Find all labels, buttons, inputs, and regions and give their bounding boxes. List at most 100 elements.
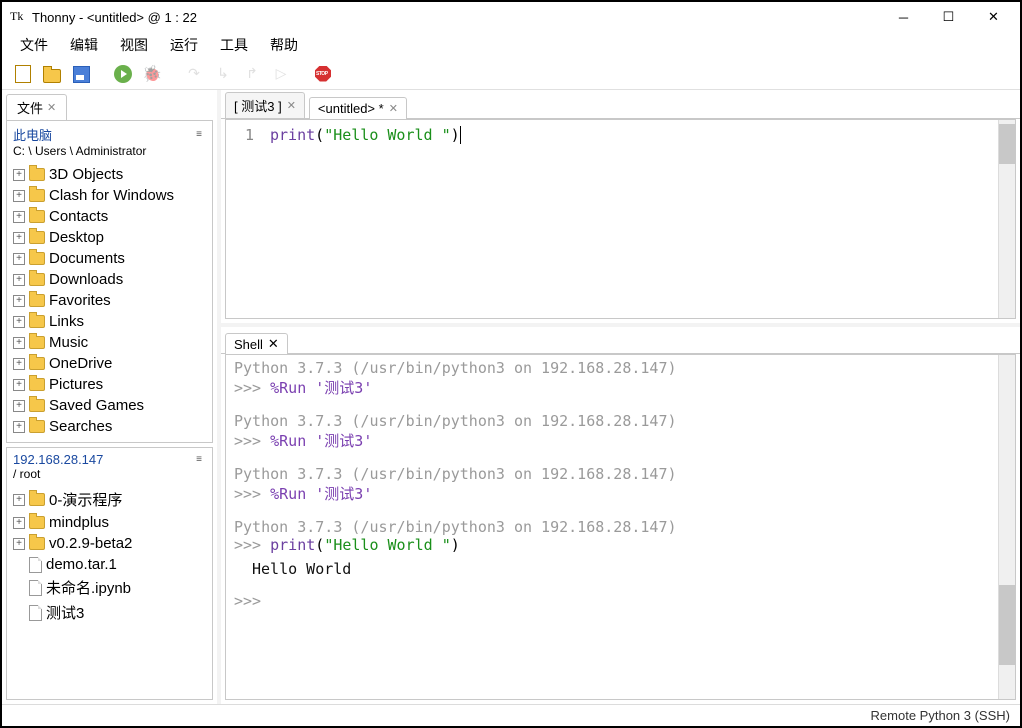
editor-tab-untitled[interactable]: <untitled> * ✕: [309, 97, 407, 119]
shell-entry: Python 3.7.3 (/usr/bin/python3 on 192.16…: [234, 359, 1007, 398]
run-button[interactable]: [112, 63, 134, 85]
files-panel-tab-label: 文件: [17, 98, 43, 117]
shell-prompt: >>>: [234, 432, 270, 450]
tree-item-label: Desktop: [49, 229, 104, 246]
shell-prompt: >>>: [234, 592, 261, 610]
expand-icon[interactable]: +: [13, 274, 25, 286]
menu-edit[interactable]: 编辑: [60, 32, 108, 58]
tree-item-label: Downloads: [49, 271, 123, 288]
editor-gutter: 1: [226, 120, 264, 318]
files-panel-tab[interactable]: 文件 ✕: [6, 94, 67, 120]
titlebar: Tk Thonny - <untitled> @ 1 : 22 ─ ☐ ✕: [2, 2, 1020, 32]
tree-item-label: 0-演示程序: [49, 489, 122, 510]
tree-folder[interactable]: + Downloads: [11, 269, 208, 290]
expand-icon[interactable]: +: [13, 494, 25, 506]
interpreter-status[interactable]: Remote Python 3 (SSH): [871, 708, 1010, 723]
tree-item-label: OneDrive: [49, 355, 112, 372]
shell-current-prompt[interactable]: >>>: [234, 592, 1007, 610]
editor[interactable]: 1 print("Hello World "): [225, 119, 1016, 319]
menu-file[interactable]: 文件: [10, 32, 58, 58]
tree-folder[interactable]: +Contacts: [11, 206, 208, 227]
expand-icon[interactable]: +: [13, 400, 25, 412]
file-icon: [29, 605, 42, 621]
tree-folder[interactable]: +Saved Games: [11, 395, 208, 416]
menu-tools[interactable]: 工具: [210, 32, 258, 58]
tree-item-label: Searches: [49, 418, 112, 435]
expand-icon[interactable]: +: [13, 211, 25, 223]
tree-folder[interactable]: + Desktop: [11, 227, 208, 248]
expand-icon[interactable]: +: [13, 253, 25, 265]
tree-folder[interactable]: + Searches: [11, 416, 208, 437]
save-file-button[interactable]: [70, 63, 92, 85]
tree-folder[interactable]: +Links: [11, 311, 208, 332]
tree-item-label: demo.tar.1: [46, 556, 117, 573]
folder-icon: [29, 493, 45, 506]
remote-path[interactable]: / root: [13, 467, 206, 481]
expand-icon[interactable]: +: [13, 358, 25, 370]
tree-folder[interactable]: +Clash for Windows: [11, 185, 208, 206]
expand-icon[interactable]: +: [13, 295, 25, 307]
folder-icon: [29, 516, 45, 529]
local-path[interactable]: C: \ Users \ Administrator: [13, 144, 206, 158]
panel-menu-icon[interactable]: ≡: [196, 454, 202, 465]
menu-help[interactable]: 帮助: [260, 32, 308, 58]
expand-icon[interactable]: +: [13, 232, 25, 244]
close-icon[interactable]: ✕: [268, 336, 279, 352]
minimize-button[interactable]: ─: [881, 3, 926, 31]
expand-icon[interactable]: +: [13, 421, 25, 433]
remote-title[interactable]: 192.168.28.147: [13, 452, 196, 467]
tree-folder[interactable]: +0-演示程序: [11, 487, 208, 512]
tree-item-label: Favorites: [49, 292, 111, 309]
shell-tab[interactable]: Shell ✕: [225, 333, 288, 354]
expand-icon[interactable]: +: [13, 538, 25, 550]
tree-folder[interactable]: +3D Objects: [11, 164, 208, 185]
expand-icon[interactable]: +: [13, 169, 25, 181]
tree-folder[interactable]: + Favorites: [11, 290, 208, 311]
menu-view[interactable]: 视图: [110, 32, 158, 58]
tree-folder[interactable]: + v0.2.9-beta2: [11, 533, 208, 554]
tree-file[interactable]: 测试3: [11, 600, 208, 625]
editor-tab-testfile[interactable]: [ 测试3 ] ✕: [225, 92, 305, 118]
shell-scrollbar[interactable]: [998, 355, 1015, 699]
tree-item-label: v0.2.9-beta2: [49, 535, 132, 552]
expand-icon[interactable]: +: [13, 379, 25, 391]
close-button[interactable]: ✕: [971, 3, 1016, 31]
tree-file[interactable]: 未命名.ipynb: [11, 575, 208, 600]
tree-folder[interactable]: +Pictures: [11, 374, 208, 395]
editor-tab-label: <untitled> *: [318, 101, 384, 116]
expand-icon: [13, 582, 25, 594]
tree-folder[interactable]: + Documents: [11, 248, 208, 269]
close-icon[interactable]: ✕: [47, 101, 56, 114]
tree-item-label: Documents: [49, 250, 125, 267]
expand-icon[interactable]: +: [13, 337, 25, 349]
tree-folder[interactable]: +mindplus: [11, 512, 208, 533]
local-title[interactable]: 此电脑: [13, 125, 196, 144]
tree-folder[interactable]: +Music: [11, 332, 208, 353]
shell-command: %Run '测试3': [270, 485, 372, 503]
close-icon[interactable]: ✕: [389, 102, 398, 115]
tree-folder[interactable]: + OneDrive: [11, 353, 208, 374]
tree-item-label: 测试3: [46, 602, 84, 623]
expand-icon[interactable]: +: [13, 517, 25, 529]
close-icon[interactable]: ✕: [287, 99, 296, 112]
panel-menu-icon[interactable]: ≡: [196, 129, 202, 140]
folder-icon: [29, 168, 45, 181]
file-icon: [29, 557, 42, 573]
expand-icon[interactable]: +: [13, 190, 25, 202]
tree-file[interactable]: demo.tar.1: [11, 554, 208, 575]
code-fn: print: [270, 126, 315, 144]
shell[interactable]: Python 3.7.3 (/usr/bin/python3 on 192.16…: [225, 354, 1016, 700]
editor-scrollbar[interactable]: [998, 120, 1015, 318]
shell-entry: Python 3.7.3 (/usr/bin/python3 on 192.16…: [234, 518, 1007, 578]
new-file-button[interactable]: [12, 63, 34, 85]
folder-icon: [29, 420, 45, 433]
menu-run[interactable]: 运行: [160, 32, 208, 58]
expand-icon[interactable]: +: [13, 316, 25, 328]
open-file-button[interactable]: [41, 63, 63, 85]
maximize-button[interactable]: ☐: [926, 3, 971, 31]
debug-button[interactable]: 🐞: [141, 63, 163, 85]
expand-icon: [13, 559, 25, 571]
text-cursor: [460, 126, 461, 144]
stop-button[interactable]: [312, 63, 334, 85]
editor-code[interactable]: print("Hello World "): [264, 120, 998, 318]
